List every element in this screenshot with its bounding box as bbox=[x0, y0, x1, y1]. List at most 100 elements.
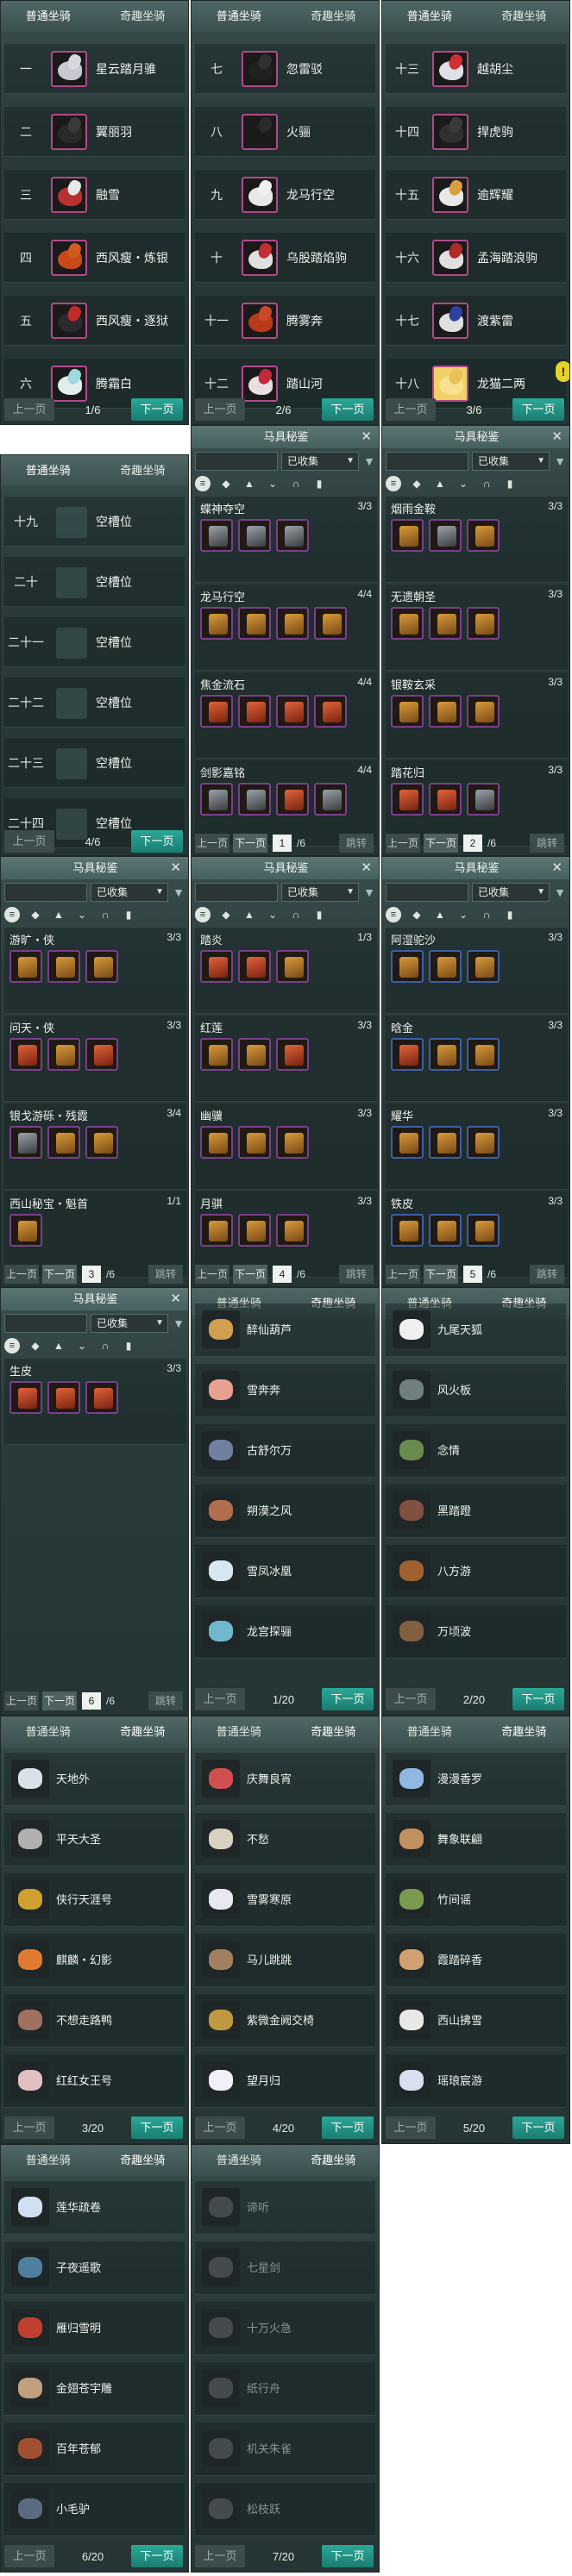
mount-row[interactable]: 九 龙马行空 bbox=[195, 170, 375, 220]
next-page-button[interactable]: 下一页 bbox=[322, 1688, 374, 1710]
fun-mount-row[interactable]: 雪奔奔 bbox=[195, 1364, 375, 1417]
horseshoe-icon[interactable]: ∩ bbox=[288, 477, 304, 491]
mount-row[interactable]: 一 星云踏月骓 bbox=[4, 44, 185, 94]
mask-icon[interactable]: ▲ bbox=[51, 908, 66, 922]
gear-item-icon[interactable] bbox=[238, 1214, 271, 1247]
gear-item-icon[interactable] bbox=[429, 1214, 462, 1247]
page-number-input[interactable]: 5 bbox=[463, 1266, 482, 1283]
next-page-button[interactable]: 下一页 bbox=[512, 398, 564, 421]
gear-item-icon[interactable] bbox=[391, 1214, 424, 1247]
wing-icon[interactable]: ⌄ bbox=[265, 477, 280, 491]
gear-item-icon[interactable] bbox=[238, 1126, 271, 1159]
saddle-set[interactable]: 银鞍玄采 3/3 bbox=[386, 672, 568, 759]
fun-mount-row[interactable]: 红红女王号 bbox=[4, 2054, 185, 2108]
fun-mount-row[interactable]: 雪凤冰凰 bbox=[195, 1545, 375, 1598]
next-page-button[interactable]: 下一页 bbox=[42, 1265, 77, 1284]
fun-mount-row[interactable]: 金翅苍宇雕 bbox=[4, 2362, 185, 2416]
mount-row[interactable]: 八 火骊 bbox=[195, 107, 375, 157]
gear-item-icon[interactable] bbox=[467, 607, 500, 640]
prev-page-button[interactable]: 上一页 bbox=[4, 398, 54, 421]
fun-mount-row[interactable]: 舞象联翩 bbox=[386, 1813, 566, 1866]
mount-row[interactable]: 十六 孟海踏浪驹 bbox=[386, 233, 566, 283]
menu-icon[interactable]: ≡ bbox=[4, 1338, 20, 1354]
gear-item-icon[interactable] bbox=[47, 950, 80, 983]
saddle-set[interactable]: 银戈游砾・残霞 3/4 bbox=[4, 1104, 186, 1190]
gear-item-icon[interactable] bbox=[391, 607, 424, 640]
gear-item-icon[interactable] bbox=[276, 950, 309, 983]
saddle-set[interactable]: 烟雨金鞍 3/3 bbox=[386, 497, 568, 583]
empty-slot-row[interactable]: 二十 空槽位 bbox=[4, 557, 185, 607]
collect-filter-select[interactable]: 已收集 ▼ bbox=[472, 452, 550, 471]
filter-icon[interactable]: ▼ bbox=[362, 453, 376, 470]
gear-item-icon[interactable] bbox=[391, 1038, 424, 1071]
fun-mount-row[interactable]: 望月归 bbox=[195, 2054, 375, 2108]
gear-item-icon[interactable] bbox=[200, 1214, 233, 1247]
saddle-set[interactable]: 耀华 3/3 bbox=[386, 1104, 568, 1190]
fun-mount-row[interactable]: 侠行天涯号 bbox=[4, 1873, 185, 1927]
saddle-set[interactable]: 踏炎 1/3 bbox=[195, 928, 377, 1014]
fun-mount-row[interactable]: 朔漠之风 bbox=[195, 1485, 375, 1538]
empty-slot-row[interactable]: 二十二 空槽位 bbox=[4, 678, 185, 728]
search-input[interactable] bbox=[4, 1314, 87, 1333]
mount-row[interactable]: 四 西风瘦・炼银 bbox=[4, 233, 185, 283]
horseshoe-icon[interactable]: ∩ bbox=[97, 1339, 113, 1353]
next-page-button[interactable]: 下一页 bbox=[131, 398, 183, 421]
saddle-set[interactable]: 蝶神夺空 3/3 bbox=[195, 497, 377, 583]
search-input[interactable] bbox=[4, 883, 87, 902]
collect-filter-select[interactable]: 已收集 ▼ bbox=[281, 883, 359, 902]
collect-filter-select[interactable]: 已收集 ▼ bbox=[91, 883, 168, 902]
close-icon[interactable]: ✕ bbox=[361, 426, 372, 448]
gear-item-icon[interactable] bbox=[429, 695, 462, 728]
horseshoe-icon[interactable]: ∩ bbox=[288, 908, 304, 922]
jump-button[interactable]: 跳转 bbox=[339, 1265, 374, 1284]
fun-mount-row[interactable]: 八方游 bbox=[386, 1545, 566, 1598]
fun-mount-row[interactable]: 紫微金阙交椅 bbox=[195, 1994, 375, 2048]
gear-item-icon[interactable] bbox=[467, 1126, 500, 1159]
gear-item-icon[interactable] bbox=[467, 1214, 500, 1247]
gear-item-icon[interactable] bbox=[276, 607, 309, 640]
mount-row[interactable]: 五 西风瘦・逐狱 bbox=[4, 296, 185, 346]
gear-item-icon[interactable] bbox=[9, 1214, 42, 1247]
gear-item-icon[interactable] bbox=[9, 1038, 42, 1071]
wing-icon[interactable]: ⌄ bbox=[74, 1339, 90, 1353]
tab-fun-mounts[interactable]: 奇趣坐骑 bbox=[477, 1716, 570, 1748]
gear-item-icon[interactable] bbox=[200, 519, 233, 552]
gear-item-icon[interactable] bbox=[314, 695, 347, 728]
prev-page-button[interactable]: 上一页 bbox=[386, 398, 436, 421]
next-page-button[interactable]: 下一页 bbox=[322, 398, 374, 421]
tab-normal-mounts[interactable]: 普通坐骑 bbox=[192, 2145, 286, 2176]
empty-slot-row[interactable]: 二十三 空槽位 bbox=[4, 738, 185, 788]
gear-item-icon[interactable] bbox=[391, 783, 424, 816]
prev-page-button[interactable]: 上一页 bbox=[195, 2116, 245, 2139]
close-icon[interactable]: ✕ bbox=[361, 857, 372, 879]
stirrup-icon[interactable]: ▮ bbox=[121, 908, 136, 922]
gear-item-icon[interactable] bbox=[238, 695, 271, 728]
gear-item-icon[interactable] bbox=[429, 783, 462, 816]
alert-icon[interactable]: ! bbox=[556, 361, 569, 382]
horseshoe-icon[interactable]: ∩ bbox=[97, 908, 113, 922]
fun-mount-row[interactable]: 庆舞良宵 bbox=[195, 1753, 375, 1806]
saddle-set[interactable]: 红莲 3/3 bbox=[195, 1016, 377, 1102]
next-page-button[interactable]: 下一页 bbox=[322, 2545, 374, 2567]
saddle-icon[interactable]: ◆ bbox=[218, 477, 234, 491]
gear-item-icon[interactable] bbox=[200, 1038, 233, 1071]
fun-mount-row-locked[interactable]: 十万火急 bbox=[195, 2302, 375, 2355]
gear-item-icon[interactable] bbox=[391, 950, 424, 983]
saddle-set[interactable]: 阿湿驼沙 3/3 bbox=[386, 928, 568, 1014]
wing-icon[interactable]: ⌄ bbox=[456, 908, 471, 922]
collect-filter-select[interactable]: 已收集 ▼ bbox=[281, 452, 359, 471]
next-page-button[interactable]: 下一页 bbox=[233, 1265, 267, 1284]
mount-row[interactable]: 二 翼丽羽 bbox=[4, 107, 185, 157]
stirrup-icon[interactable]: ▮ bbox=[121, 1339, 136, 1353]
fun-mount-row[interactable]: 马儿跳跳 bbox=[195, 1934, 375, 1987]
fun-mount-row[interactable]: 黑踏蹬 bbox=[386, 1485, 566, 1538]
prev-page-button[interactable]: 上一页 bbox=[4, 830, 54, 853]
gear-item-icon[interactable] bbox=[276, 1126, 309, 1159]
jump-button[interactable]: 跳转 bbox=[530, 1265, 564, 1284]
prev-page-button[interactable]: 上一页 bbox=[195, 2545, 245, 2567]
gear-item-icon[interactable] bbox=[467, 783, 500, 816]
fun-mount-row[interactable]: 雁归雪明 bbox=[4, 2302, 185, 2355]
fun-mount-row-locked[interactable]: 纸行舟 bbox=[195, 2362, 375, 2416]
gear-item-icon[interactable] bbox=[9, 950, 42, 983]
fun-mount-row[interactable]: 念情 bbox=[386, 1424, 566, 1478]
